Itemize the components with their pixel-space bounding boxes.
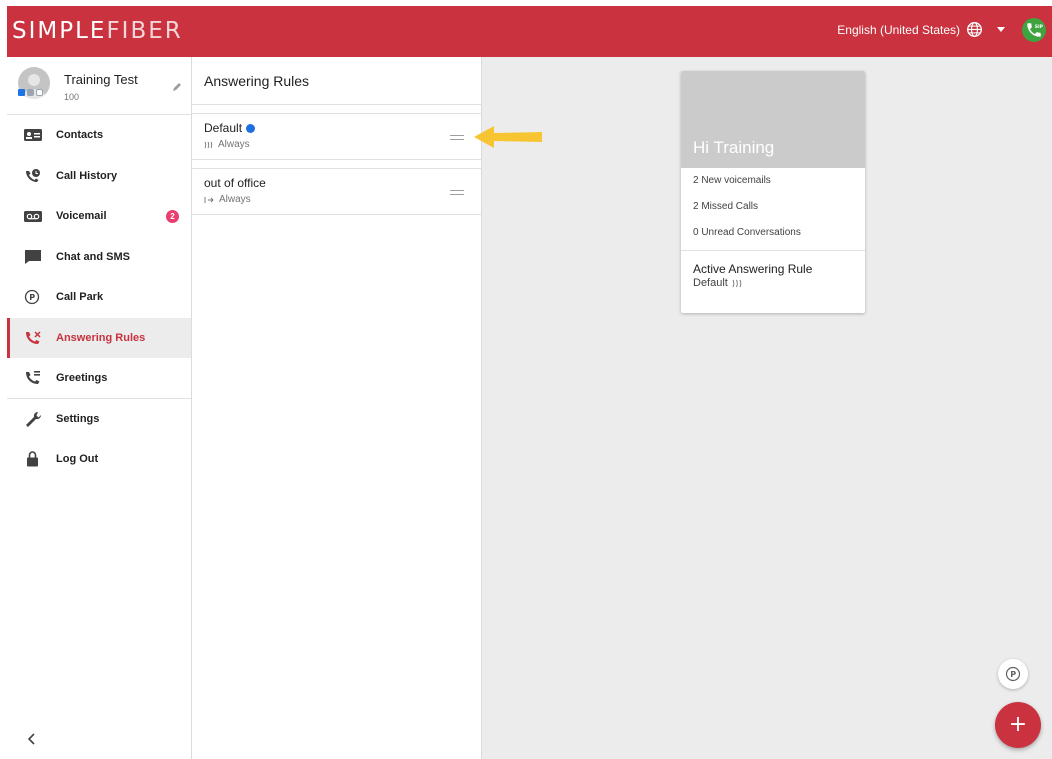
ring-all-icon <box>204 141 213 148</box>
chat-status-icon <box>18 89 25 96</box>
missed-calls-stat[interactable]: 2 Missed Calls <box>681 194 865 220</box>
sidebar-item-label: Call Park <box>56 291 104 304</box>
call-park-icon: P <box>24 289 40 305</box>
active-rule-row: Default <box>681 277 865 289</box>
sidebar-item-label: Contacts <box>56 129 104 142</box>
forward-icon <box>204 196 214 203</box>
rule-schedule-row: Always <box>204 139 250 150</box>
unread-conversations-stat[interactable]: 0 Unread Conversations <box>681 220 865 246</box>
summary-card: Hi Training 2 New voicemails 2 Missed Ca… <box>681 71 865 313</box>
annotation-arrow-icon <box>474 126 542 148</box>
add-rule-fab[interactable]: + <box>995 702 1041 748</box>
collapse-sidebar-chevron-icon[interactable] <box>27 732 37 746</box>
sidebar-item-settings[interactable]: Settings <box>7 399 191 440</box>
answering-rules-icon <box>26 330 41 344</box>
sidebar-item-label: Call History <box>56 169 118 182</box>
chat-icon <box>25 249 41 264</box>
sip-phone-icon[interactable]: SIP <box>1022 18 1046 42</box>
call-history-icon <box>26 168 40 182</box>
sidebar-item-contacts[interactable]: Contacts <box>7 115 191 156</box>
svg-text:P: P <box>29 293 35 302</box>
rule-name-row: out of office <box>204 176 266 190</box>
drag-handle-icon[interactable] <box>450 190 464 195</box>
active-rule-label: Active Answering Rule <box>693 262 813 276</box>
sidebar-item-label: Voicemail <box>56 210 107 223</box>
divider <box>681 250 865 251</box>
active-rule-dot <box>246 123 256 133</box>
person-status-icon <box>27 89 34 96</box>
svg-text:P: P <box>1010 670 1016 679</box>
language-selector[interactable]: English (United States) <box>837 21 1005 38</box>
voicemail-count-badge: 2 <box>166 210 179 223</box>
sidebar-item-label: Answering Rules <box>56 331 146 344</box>
phone-status-icon <box>36 89 43 96</box>
sidebar-item-call-park[interactable]: P Call Park <box>7 277 191 318</box>
sidebar-item-answering-rules[interactable]: Answering Rules <box>7 317 191 358</box>
sidebar-item-label: Chat and SMS <box>56 250 130 263</box>
profile-name: Training Test <box>64 72 138 87</box>
new-voicemails-stat[interactable]: 2 New voicemails <box>681 168 865 194</box>
lock-icon <box>27 451 38 467</box>
answering-rules-panel: Answering Rules Default Always out of of… <box>192 57 482 759</box>
active-rule-value: Default <box>693 277 728 289</box>
sidebar-item-label: Settings <box>56 412 100 425</box>
call-park-fab[interactable]: P <box>998 659 1028 689</box>
sidebar-item-label: Log Out <box>56 453 99 466</box>
voicemail-icon <box>24 211 42 222</box>
contacts-icon <box>24 129 42 141</box>
rule-name: Default <box>204 121 243 135</box>
globe-icon <box>967 22 982 37</box>
app-frame: SIMPLEFIBER English (United States) SIP <box>7 6 1052 759</box>
sidebar: Training Test 100 Contacts Call History … <box>7 57 192 759</box>
pencil-icon[interactable] <box>172 82 182 92</box>
drag-handle-icon[interactable] <box>450 135 464 140</box>
call-park-icon: P <box>1005 666 1021 682</box>
svg-text:SIP: SIP <box>1035 24 1043 30</box>
panel-title: Answering Rules <box>192 57 481 105</box>
top-bar: SIMPLEFIBER English (United States) SIP <box>7 6 1052 57</box>
wrench-icon <box>26 411 42 427</box>
rule-schedule: Always <box>218 139 250 150</box>
sidebar-item-call-history[interactable]: Call History <box>7 156 191 197</box>
greeting-title: Hi Training <box>693 138 775 157</box>
sidebar-item-log-out[interactable]: Log Out <box>7 439 191 480</box>
chevron-down-icon <box>997 27 1005 32</box>
rule-item-default[interactable]: Default Always <box>192 113 481 160</box>
app-logo[interactable]: SIMPLEFIBER <box>12 18 183 44</box>
language-label: English (United States) <box>837 22 960 37</box>
rule-item-out-of-office[interactable]: out of office Always <box>192 168 481 215</box>
presence-icons <box>18 89 43 96</box>
sidebar-item-chat-and-sms[interactable]: Chat and SMS <box>7 237 191 278</box>
user-profile[interactable]: Training Test 100 <box>7 57 191 115</box>
sidebar-item-label: Greetings <box>56 371 108 384</box>
sidebar-item-voicemail[interactable]: Voicemail 2 <box>7 196 191 237</box>
rule-name-row: Default <box>204 121 256 135</box>
sidebar-item-greetings[interactable]: Greetings <box>7 358 191 399</box>
rule-name: out of office <box>204 176 266 190</box>
ring-all-icon <box>732 279 742 287</box>
card-header: Hi Training <box>681 71 865 168</box>
rule-schedule: Always <box>219 194 251 205</box>
rule-schedule-row: Always <box>204 194 251 205</box>
profile-extension: 100 <box>64 92 80 102</box>
greetings-icon <box>26 371 40 384</box>
